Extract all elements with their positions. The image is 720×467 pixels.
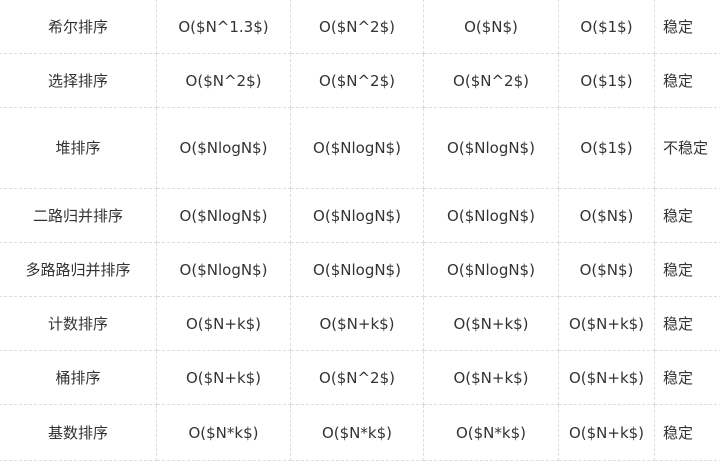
algorithm-name-cell: 计数排序 [0, 296, 157, 351]
sorting-complexity-table: 希尔排序 O($N^1.3$) O($N^2$) O($N$) O($1$) 稳… [0, 0, 720, 461]
space-cell: O($N$) [558, 188, 655, 243]
algorithm-name-cell: 二路归并排序 [0, 188, 157, 243]
stability-cell: 稳定 [654, 188, 720, 243]
algorithm-name-cell: 桶排序 [0, 350, 157, 405]
avg-time-cell: O($N^2$) [156, 53, 291, 108]
algorithm-name-cell: 选择排序 [0, 53, 157, 108]
stability-cell: 稳定 [654, 53, 720, 108]
avg-time-cell: O($NlogN$) [156, 107, 291, 189]
best-time-cell: O($NlogN$) [423, 188, 559, 243]
space-cell: O($1$) [558, 107, 655, 189]
algorithm-name-cell: 多路路归并排序 [0, 242, 157, 297]
best-time-cell: O($N^2$) [423, 53, 559, 108]
best-time-cell: O($N$) [423, 0, 559, 54]
algorithm-name-cell: 基数排序 [0, 404, 157, 461]
best-time-cell: O($NlogN$) [423, 107, 559, 189]
stability-cell: 稳定 [654, 296, 720, 351]
best-time-cell: O($N*k$) [423, 404, 559, 461]
space-cell: O($1$) [558, 53, 655, 108]
algorithm-name-cell: 希尔排序 [0, 0, 157, 54]
space-cell: O($N+k$) [558, 296, 655, 351]
avg-time-cell: O($NlogN$) [156, 188, 291, 243]
space-cell: O($N+k$) [558, 404, 655, 461]
table-row: 计数排序 O($N+k$) O($N+k$) O($N+k$) O($N+k$)… [0, 296, 720, 351]
space-cell: O($N+k$) [558, 350, 655, 405]
space-cell: O($1$) [558, 0, 655, 54]
table-row: 堆排序 O($NlogN$) O($NlogN$) O($NlogN$) O($… [0, 107, 720, 189]
avg-time-cell: O($NlogN$) [156, 242, 291, 297]
worst-time-cell: O($NlogN$) [290, 242, 424, 297]
avg-time-cell: O($N+k$) [156, 296, 291, 351]
best-time-cell: O($NlogN$) [423, 242, 559, 297]
avg-time-cell: O($N*k$) [156, 404, 291, 461]
worst-time-cell: O($N*k$) [290, 404, 424, 461]
table-body: 希尔排序 O($N^1.3$) O($N^2$) O($N$) O($1$) 稳… [0, 0, 720, 461]
stability-cell: 稳定 [654, 404, 720, 461]
table-row: 基数排序 O($N*k$) O($N*k$) O($N*k$) O($N+k$)… [0, 404, 720, 461]
stability-cell: 稳定 [654, 350, 720, 405]
worst-time-cell: O($NlogN$) [290, 107, 424, 189]
space-cell: O($N$) [558, 242, 655, 297]
worst-time-cell: O($N+k$) [290, 296, 424, 351]
avg-time-cell: O($N^1.3$) [156, 0, 291, 54]
stability-cell: 不稳定 [654, 107, 720, 189]
stability-cell: 稳定 [654, 242, 720, 297]
table-row: 二路归并排序 O($NlogN$) O($NlogN$) O($NlogN$) … [0, 188, 720, 243]
best-time-cell: O($N+k$) [423, 296, 559, 351]
worst-time-cell: O($N^2$) [290, 53, 424, 108]
table-row: 多路路归并排序 O($NlogN$) O($NlogN$) O($NlogN$)… [0, 242, 720, 297]
worst-time-cell: O($NlogN$) [290, 188, 424, 243]
worst-time-cell: O($N^2$) [290, 350, 424, 405]
avg-time-cell: O($N+k$) [156, 350, 291, 405]
best-time-cell: O($N+k$) [423, 350, 559, 405]
table-row: 桶排序 O($N+k$) O($N^2$) O($N+k$) O($N+k$) … [0, 350, 720, 405]
table-row: 选择排序 O($N^2$) O($N^2$) O($N^2$) O($1$) 稳… [0, 53, 720, 108]
stability-cell: 稳定 [654, 0, 720, 54]
algorithm-name-cell: 堆排序 [0, 107, 157, 189]
worst-time-cell: O($N^2$) [290, 0, 424, 54]
table-row: 希尔排序 O($N^1.3$) O($N^2$) O($N$) O($1$) 稳… [0, 0, 720, 54]
